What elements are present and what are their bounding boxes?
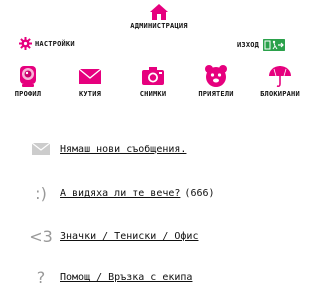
nav-item-photos[interactable]: СНИМКИ xyxy=(125,64,181,98)
logout-label: ИЗХОД xyxy=(237,41,260,49)
gear-icon xyxy=(19,37,32,50)
badges-link[interactable]: Значки / Тениски / Офис xyxy=(60,231,198,242)
webcam-icon xyxy=(20,66,36,87)
heart-icon: <3 xyxy=(29,227,53,246)
views-link[interactable]: А видяха ли те вече? xyxy=(60,188,180,199)
nav-label: ПРОФИЛ xyxy=(14,90,42,98)
camera-icon xyxy=(142,67,164,85)
admin-link[interactable]: АДМИНИСТРАЦИЯ xyxy=(118,3,200,30)
umbrella-icon xyxy=(269,66,291,88)
question-icon: ? xyxy=(36,268,46,287)
settings-link[interactable]: НАСТРОЙКИ xyxy=(19,37,75,50)
views-count: (666) xyxy=(184,188,215,199)
envelope-icon xyxy=(26,143,56,155)
no-messages-link[interactable]: Нямаш нови съобщения. xyxy=(60,144,186,155)
envelope-icon xyxy=(78,68,102,84)
views-row: :) А видяха ли те вече? (666) xyxy=(26,184,215,203)
smiley-icon: :) xyxy=(35,184,47,203)
main-nav: ПРОФИЛ КУТИЯ СНИМКИ ПРИЯТЕЛИ БЛОКИРАНИ xyxy=(0,64,318,104)
nav-label: ПРИЯТЕЛИ xyxy=(198,90,234,98)
exit-sign-icon xyxy=(263,39,286,51)
messages-row: Нямаш нови съобщения. xyxy=(26,143,186,155)
nav-item-friends[interactable]: ПРИЯТЕЛИ xyxy=(188,64,244,98)
badges-row: <3 Значки / Тениски / Офис xyxy=(26,227,198,246)
logout-link[interactable]: ИЗХОД xyxy=(237,39,286,51)
nav-label: БЛОКИРАНИ xyxy=(260,90,300,98)
help-link[interactable]: Помощ / Връзка с екипа xyxy=(60,272,192,283)
house-icon xyxy=(150,4,168,20)
nav-item-blocked[interactable]: БЛОКИРАНИ xyxy=(252,64,308,98)
nav-item-profile[interactable]: ПРОФИЛ xyxy=(0,64,56,98)
bear-face-icon xyxy=(205,65,227,87)
help-row: ? Помощ / Връзка с екипа xyxy=(26,268,193,287)
nav-item-box[interactable]: КУТИЯ xyxy=(62,64,118,98)
settings-label: НАСТРОЙКИ xyxy=(35,39,75,48)
admin-label: АДМИНИСТРАЦИЯ xyxy=(130,22,188,30)
nav-label: КУТИЯ xyxy=(78,90,102,98)
nav-label: СНИМКИ xyxy=(139,90,167,98)
